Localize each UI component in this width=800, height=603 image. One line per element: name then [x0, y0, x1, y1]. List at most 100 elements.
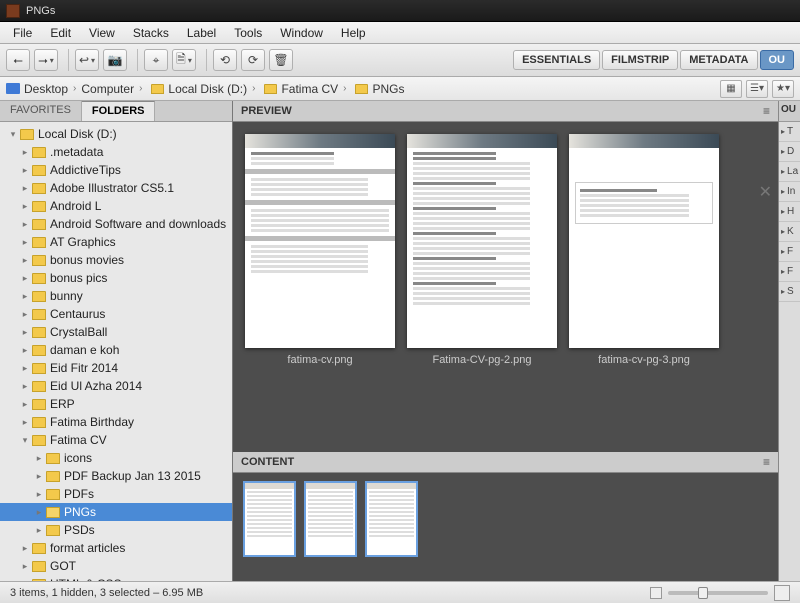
menu-label[interactable]: Label: [178, 23, 225, 43]
expand-arrow-icon[interactable]: ▸: [20, 417, 30, 428]
folder-adobe-illustrator-cs5-1[interactable]: ▸Adobe Illustrator CS5.1: [0, 179, 232, 197]
expand-arrow-icon[interactable]: ▸: [20, 345, 30, 356]
folder-psds[interactable]: ▸PSDs: [0, 521, 232, 539]
rotate-ccw-button[interactable]: ⟲: [213, 49, 237, 71]
folder-pdfs[interactable]: ▸PDFs: [0, 485, 232, 503]
menu-edit[interactable]: Edit: [41, 23, 80, 43]
content-thumbnail[interactable]: [304, 481, 357, 557]
workspace-metadata[interactable]: METADATA: [680, 50, 757, 70]
folder-eid-fitr-2014[interactable]: ▸Eid Fitr 2014: [0, 359, 232, 377]
folder-local-disk-d-[interactable]: ▾Local Disk (D:): [0, 125, 232, 143]
reveal-recent-button[interactable]: ↩: [75, 49, 99, 71]
expand-arrow-icon[interactable]: ▸: [20, 219, 30, 230]
breadcrumb-item[interactable]: PNGs: [372, 82, 404, 96]
right-panel-item[interactable]: ▸In: [779, 182, 800, 202]
right-panel-item[interactable]: ▸F: [779, 242, 800, 262]
folder-android-l[interactable]: ▸Android L: [0, 197, 232, 215]
expand-arrow-icon[interactable]: ▸: [20, 291, 30, 302]
thumb-small-icon[interactable]: [650, 587, 662, 599]
expand-arrow-icon[interactable]: ▸: [20, 165, 30, 176]
expand-arrow-icon[interactable]: ▸: [20, 273, 30, 284]
folder-bonus-movies[interactable]: ▸bonus movies: [0, 251, 232, 269]
folder-daman-e-koh[interactable]: ▸daman e koh: [0, 341, 232, 359]
expand-arrow-icon[interactable]: ▸: [20, 201, 30, 212]
slider-track[interactable]: [668, 591, 768, 595]
expand-arrow-icon[interactable]: ▸: [20, 327, 30, 338]
expand-arrow-icon[interactable]: ▸: [34, 507, 44, 518]
folder-centaurus[interactable]: ▸Centaurus: [0, 305, 232, 323]
expand-arrow-icon[interactable]: ▸: [20, 147, 30, 158]
folder-got[interactable]: ▸GOT: [0, 557, 232, 575]
menu-stacks[interactable]: Stacks: [124, 23, 178, 43]
preview-page[interactable]: [569, 134, 719, 348]
trash-button[interactable]: 🗑: [269, 49, 293, 71]
folder--metadata[interactable]: ▸.metadata: [0, 143, 232, 161]
folder-crystalball[interactable]: ▸CrystalBall: [0, 323, 232, 341]
preview-page[interactable]: [407, 134, 557, 348]
expand-arrow-icon[interactable]: ▸: [34, 471, 44, 482]
right-panel-item[interactable]: ▸H: [779, 202, 800, 222]
right-panel-item[interactable]: ▸D: [779, 142, 800, 162]
workspace-output[interactable]: OU: [760, 50, 795, 70]
expand-arrow-icon[interactable]: ▸: [20, 561, 30, 572]
folder-at-graphics[interactable]: ▸AT Graphics: [0, 233, 232, 251]
folder-fatima-birthday[interactable]: ▸Fatima Birthday: [0, 413, 232, 431]
preview-body[interactable]: ✕ fatima-cv.pngFatima-CV-pg-2.pngfatima-…: [233, 122, 778, 452]
get-photos-button[interactable]: 📷: [103, 49, 127, 71]
chevron-right-icon[interactable]: ›: [343, 83, 346, 94]
menu-window[interactable]: Window: [271, 23, 332, 43]
content-thumbnail[interactable]: [243, 481, 296, 557]
slider-knob[interactable]: [698, 587, 708, 599]
breadcrumb-item[interactable]: Desktop: [24, 82, 68, 96]
folder-eid-ul-azha-2014[interactable]: ▸Eid Ul Azha 2014: [0, 377, 232, 395]
close-icon[interactable]: ✕: [759, 182, 772, 202]
expand-arrow-icon[interactable]: ▸: [34, 525, 44, 536]
breadcrumb-item[interactable]: Computer: [81, 82, 134, 96]
right-panel-item[interactable]: ▸La: [779, 162, 800, 182]
folder-bonus-pics[interactable]: ▸bonus pics: [0, 269, 232, 287]
open-in-button[interactable]: 🗎: [172, 49, 196, 71]
chevron-right-icon[interactable]: ›: [73, 83, 76, 94]
folder-addictivetips[interactable]: ▸AddictiveTips: [0, 161, 232, 179]
breadcrumb-item[interactable]: Fatima CV: [281, 82, 338, 96]
folder-format-articles[interactable]: ▸format articles: [0, 539, 232, 557]
tab-folders[interactable]: FOLDERS: [82, 101, 156, 121]
nav-back-button[interactable]: ⭠: [6, 49, 30, 71]
content-body[interactable]: [233, 473, 778, 581]
rotate-cw-button[interactable]: ⟳: [241, 49, 265, 71]
folder-pdf-backup-jan-13-2015[interactable]: ▸PDF Backup Jan 13 2015: [0, 467, 232, 485]
refine-button[interactable]: ⌖: [144, 49, 168, 71]
sort-button[interactable]: ★▾: [772, 80, 794, 98]
workspace-essentials[interactable]: ESSENTIALS: [513, 50, 600, 70]
folder-android-software-and-downloads[interactable]: ▸Android Software and downloads: [0, 215, 232, 233]
folder-icons[interactable]: ▸icons: [0, 449, 232, 467]
view-thumbnails-button[interactable]: ▦: [720, 80, 742, 98]
thumbnail-size-slider[interactable]: [650, 585, 790, 601]
chevron-right-icon[interactable]: ›: [139, 83, 142, 94]
preview-page[interactable]: [245, 134, 395, 348]
right-panel-item[interactable]: ▸F: [779, 262, 800, 282]
expand-arrow-icon[interactable]: ▾: [8, 129, 18, 140]
expand-arrow-icon[interactable]: ▸: [20, 255, 30, 266]
right-panel-item[interactable]: ▸K: [779, 222, 800, 242]
right-panel-item[interactable]: ▸T: [779, 122, 800, 142]
right-panel-item[interactable]: ▸S: [779, 282, 800, 302]
expand-arrow-icon[interactable]: ▸: [20, 309, 30, 320]
chevron-right-icon[interactable]: ›: [252, 83, 255, 94]
workspace-filmstrip[interactable]: FILMSTRIP: [602, 50, 678, 70]
tab-favorites[interactable]: FAVORITES: [0, 101, 82, 121]
menu-help[interactable]: Help: [332, 23, 375, 43]
nav-forward-button[interactable]: ⭢: [34, 49, 58, 71]
expand-arrow-icon[interactable]: ▸: [20, 237, 30, 248]
folder-bunny[interactable]: ▸bunny: [0, 287, 232, 305]
content-thumbnail[interactable]: [365, 481, 418, 557]
expand-arrow-icon[interactable]: ▸: [34, 489, 44, 500]
breadcrumb-item[interactable]: Local Disk (D:): [168, 82, 247, 96]
folder-pngs[interactable]: ▸PNGs: [0, 503, 232, 521]
expand-arrow-icon[interactable]: ▸: [20, 183, 30, 194]
panel-menu-icon[interactable]: ≡: [763, 455, 770, 469]
menu-file[interactable]: File: [4, 23, 41, 43]
menu-view[interactable]: View: [80, 23, 124, 43]
expand-arrow-icon[interactable]: ▾: [20, 435, 30, 446]
folder-fatima-cv[interactable]: ▾Fatima CV: [0, 431, 232, 449]
